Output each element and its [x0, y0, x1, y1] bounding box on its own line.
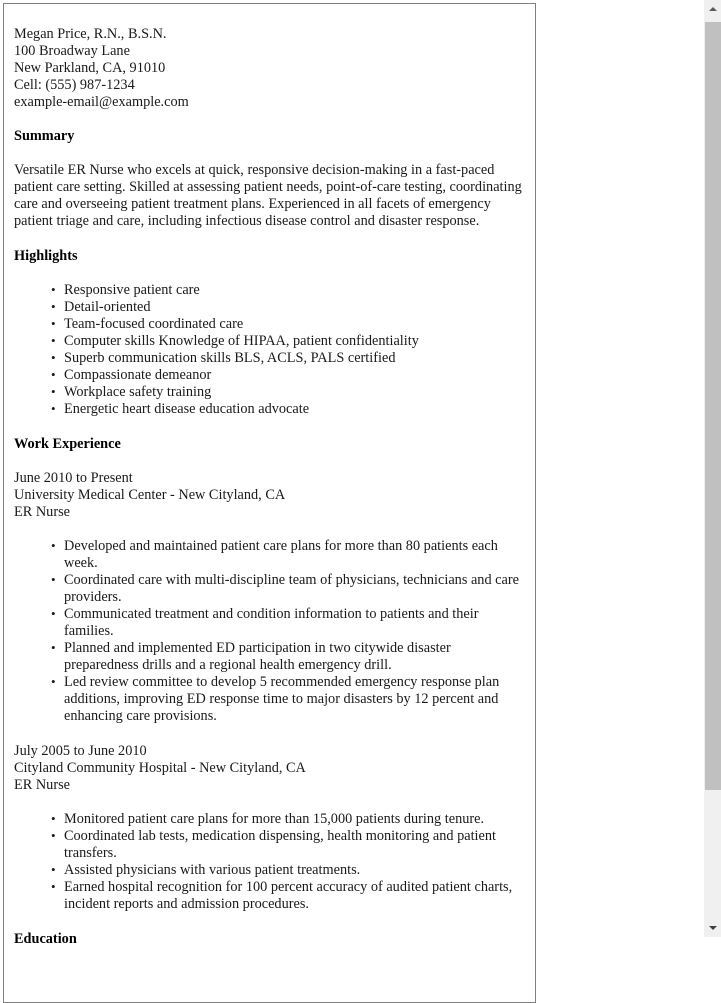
- triangle-up-icon: [708, 7, 717, 11]
- job-bullet-item: Coordinated lab tests, medication dispen…: [51, 827, 523, 862]
- job-entry: July 2005 to June 2010 Cityland Community…: [14, 743, 523, 931]
- section-heading-work-experience: Work Experience: [14, 436, 121, 452]
- highlight-item: Team-focused coordinated care: [51, 315, 523, 333]
- job-dates: July 2005 to June 2010: [14, 743, 147, 759]
- scrollbar-thumb[interactable]: [705, 22, 721, 790]
- job-bullet-item: Developed and maintained patient care pl…: [51, 537, 523, 572]
- applicant-name: Megan Price, R.N., B.S.N.: [14, 26, 167, 42]
- section-heading-summary: Summary: [14, 128, 75, 144]
- job-bullet-list: Developed and maintained patient care pl…: [14, 537, 523, 725]
- job-bullet-item: Assisted physicians with various patient…: [51, 861, 523, 879]
- job-bullet-item: Monitored patient care plans for more th…: [51, 810, 523, 828]
- job-dates: June 2010 to Present: [14, 470, 133, 486]
- job-bullet-item: Earned hospital recognition for 100 perc…: [51, 878, 523, 913]
- browser-viewport: Megan Price, R.N., B.S.N. 100 Broadway L…: [0, 0, 721, 1003]
- summary-paragraph: Versatile ER Nurse who excels at quick, …: [14, 162, 522, 229]
- highlight-item: Energetic heart disease education advoca…: [51, 400, 523, 418]
- job-bullet-item: Led review committee to develop 5 recomm…: [51, 673, 523, 725]
- job-bullet-item: Coordinated care with multi-discipline t…: [51, 571, 523, 606]
- contact-email: example-email@example.com: [14, 94, 189, 110]
- job-employer: Cityland Community Hospital - New Cityla…: [14, 760, 306, 776]
- vertical-scrollbar[interactable]: [703, 0, 721, 937]
- work-experience-list: June 2010 to Present University Medical C…: [14, 470, 523, 931]
- highlight-item: Workplace safety training: [51, 383, 523, 401]
- highlight-item: Compassionate demeanor: [51, 366, 523, 384]
- job-title: ER Nurse: [14, 504, 70, 520]
- section-heading-education: Education: [14, 931, 77, 947]
- scroll-up-button[interactable]: [704, 0, 721, 18]
- highlight-item: Detail-oriented: [51, 298, 523, 316]
- triangle-down-icon: [708, 926, 717, 930]
- highlights-list: Responsive patient careDetail-orientedTe…: [14, 281, 523, 418]
- scroll-down-button[interactable]: [704, 919, 721, 937]
- contact-street: 100 Broadway Lane: [14, 43, 130, 59]
- job-entry: June 2010 to Present University Medical C…: [14, 470, 523, 743]
- resume-document-page: Megan Price, R.N., B.S.N. 100 Broadway L…: [3, 3, 536, 1003]
- highlight-item: Responsive patient care: [51, 281, 523, 299]
- job-bullet-list: Monitored patient care plans for more th…: [14, 810, 523, 913]
- contact-city-state-zip: New Parkland, CA, 91010: [14, 60, 166, 76]
- contact-phone: Cell: (555) 987-1234: [14, 77, 135, 93]
- job-title: ER Nurse: [14, 777, 70, 793]
- job-bullet-item: Planned and implemented ED participation…: [51, 639, 523, 674]
- contact-block: Megan Price, R.N., B.S.N. 100 Broadway L…: [14, 26, 523, 111]
- job-employer: University Medical Center - New Cityland…: [14, 487, 286, 503]
- resume-content: Megan Price, R.N., B.S.N. 100 Broadway L…: [4, 4, 535, 948]
- job-bullet-item: Communicated treatment and condition inf…: [51, 605, 523, 640]
- highlight-item: Computer skills Knowledge of HIPAA, pati…: [51, 332, 523, 350]
- section-heading-highlights: Highlights: [14, 248, 78, 264]
- highlight-item: Superb communication skills BLS, ACLS, P…: [51, 349, 523, 367]
